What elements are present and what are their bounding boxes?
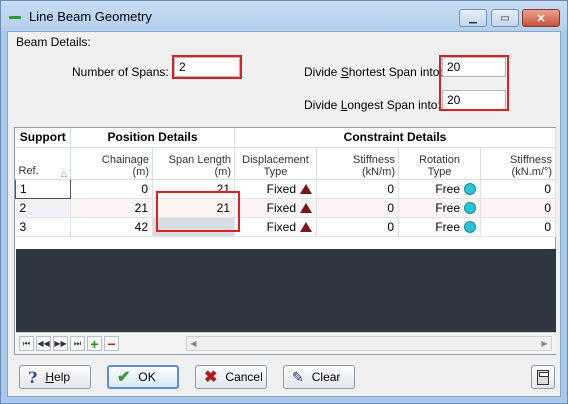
longest-span-label: Divide Longest Span into: — [304, 98, 441, 112]
calculator-button[interactable] — [531, 365, 555, 389]
stiffness-cell[interactable]: 0 — [316, 217, 399, 237]
dialog-body: Beam Details: Number of Spans: 2 Divide … — [7, 31, 561, 397]
free-icon — [464, 220, 476, 233]
rot-stiffness-cell[interactable]: 0 — [480, 198, 556, 218]
col-header-rot-stiffness[interactable]: Stiffness (kN.m/°) — [480, 147, 556, 180]
stiffness-cell[interactable]: 0 — [316, 179, 399, 199]
cancel-x-icon: ✖ — [204, 369, 218, 386]
beam-details-label: Beam Details: — [16, 35, 91, 49]
horizontal-scrollbar[interactable]: ◀ ▶ — [186, 336, 552, 351]
chainage-cell[interactable]: 42 — [70, 217, 153, 237]
window-title: Line Beam Geometry — [29, 9, 152, 24]
help-button[interactable]: ? Help — [19, 365, 91, 389]
checkmark-icon: ✔ — [117, 369, 131, 386]
help-icon: ? — [28, 367, 38, 387]
eraser-icon: ✎ — [292, 368, 304, 385]
chainage-cell[interactable]: 21 — [70, 198, 153, 218]
displacement-cell[interactable]: Fixed — [234, 179, 317, 199]
cancel-button[interactable]: ✖ Cancel — [195, 365, 267, 389]
minimize-button[interactable]: ▁ — [459, 9, 487, 27]
rot-stiffness-cell[interactable]: 0 — [480, 179, 556, 199]
chainage-cell[interactable]: 0 — [70, 179, 153, 199]
sort-asc-icon: △ — [60, 168, 67, 178]
beam-details-group: Beam Details: Number of Spans: 2 Divide … — [12, 34, 558, 120]
rot-stiffness-cell[interactable]: 0 — [480, 217, 556, 237]
free-icon — [464, 201, 476, 214]
clear-button[interactable]: ✎ Clear — [283, 365, 355, 389]
col-header-displacement[interactable]: Displacement Type — [234, 147, 317, 180]
scroll-right-icon[interactable]: ▶ — [538, 337, 551, 350]
rotation-cell[interactable]: Free — [398, 198, 481, 218]
divide-span-highlight — [439, 55, 509, 111]
grid-empty-area — [16, 249, 556, 332]
shortest-span-label: Divide Shortest Span into: — [304, 65, 443, 79]
scroll-left-icon[interactable]: ◀ — [187, 337, 200, 350]
last-record-button[interactable]: ⏭ — [70, 336, 85, 351]
ref-cell[interactable]: 1 — [15, 178, 71, 199]
ref-cell[interactable]: 3 — [15, 217, 71, 237]
fixed-icon — [300, 183, 312, 194]
maximize-button[interactable]: ▭ — [491, 9, 519, 27]
next-page-button[interactable]: ▶▶ — [53, 336, 68, 351]
app-icon — [9, 16, 21, 19]
supports-grid: Support Position Details Constraint Deta… — [14, 127, 556, 355]
rotation-cell[interactable]: Free — [398, 217, 481, 237]
add-row-button[interactable]: + — [87, 336, 102, 352]
ok-button[interactable]: ✔ OK — [107, 365, 179, 389]
table-row[interactable]: 1 0 21 Fixed 0 Free 0 — [15, 178, 556, 199]
grid-navigator: ⏮ ◀◀ ▶▶ ⏭ + − ◀ ▶ — [16, 332, 556, 354]
dialog-window: Line Beam Geometry ▁ ▭ ✕ Beam Details: N… — [0, 0, 568, 404]
num-spans-label: Number of Spans: — [72, 65, 169, 79]
group-header-position: Position Details — [70, 128, 235, 148]
fixed-icon — [300, 202, 312, 213]
col-header-chainage[interactable]: Chainage (m) — [70, 147, 153, 180]
table-row[interactable]: 3 42 Fixed 0 Free 0 — [15, 217, 556, 237]
col-header-stiffness[interactable]: Stiffness (kN/m) — [316, 147, 399, 180]
ref-cell[interactable]: 2 — [15, 198, 71, 218]
table-row[interactable]: 2 21 21 Fixed 0 Free 0 — [15, 198, 556, 218]
close-button[interactable]: ✕ — [522, 9, 560, 27]
prev-page-button[interactable]: ◀◀ — [36, 336, 51, 351]
fixed-icon — [300, 221, 312, 232]
rotation-cell[interactable]: Free — [398, 179, 481, 199]
remove-row-button[interactable]: − — [104, 336, 119, 352]
stiffness-cell[interactable]: 0 — [316, 198, 399, 218]
col-header-span-length[interactable]: Span Length (m) — [152, 147, 235, 180]
displacement-cell[interactable]: Fixed — [234, 217, 317, 237]
calculator-icon — [537, 369, 549, 385]
title-bar[interactable]: Line Beam Geometry ▁ ▭ ✕ — [1, 1, 567, 31]
col-header-ref[interactable]: Ref. △ — [15, 147, 71, 180]
free-icon — [464, 182, 476, 195]
first-record-button[interactable]: ⏮ — [19, 336, 34, 351]
group-header-support: Support — [15, 128, 71, 148]
num-spans-highlight — [172, 55, 242, 79]
displacement-cell[interactable]: Fixed — [234, 198, 317, 218]
col-header-rotation[interactable]: Rotation Type — [398, 147, 481, 180]
group-header-constraint: Constraint Details — [234, 128, 556, 148]
span-length-highlight — [156, 191, 240, 232]
supports-table: Support Position Details Constraint Deta… — [15, 128, 556, 237]
